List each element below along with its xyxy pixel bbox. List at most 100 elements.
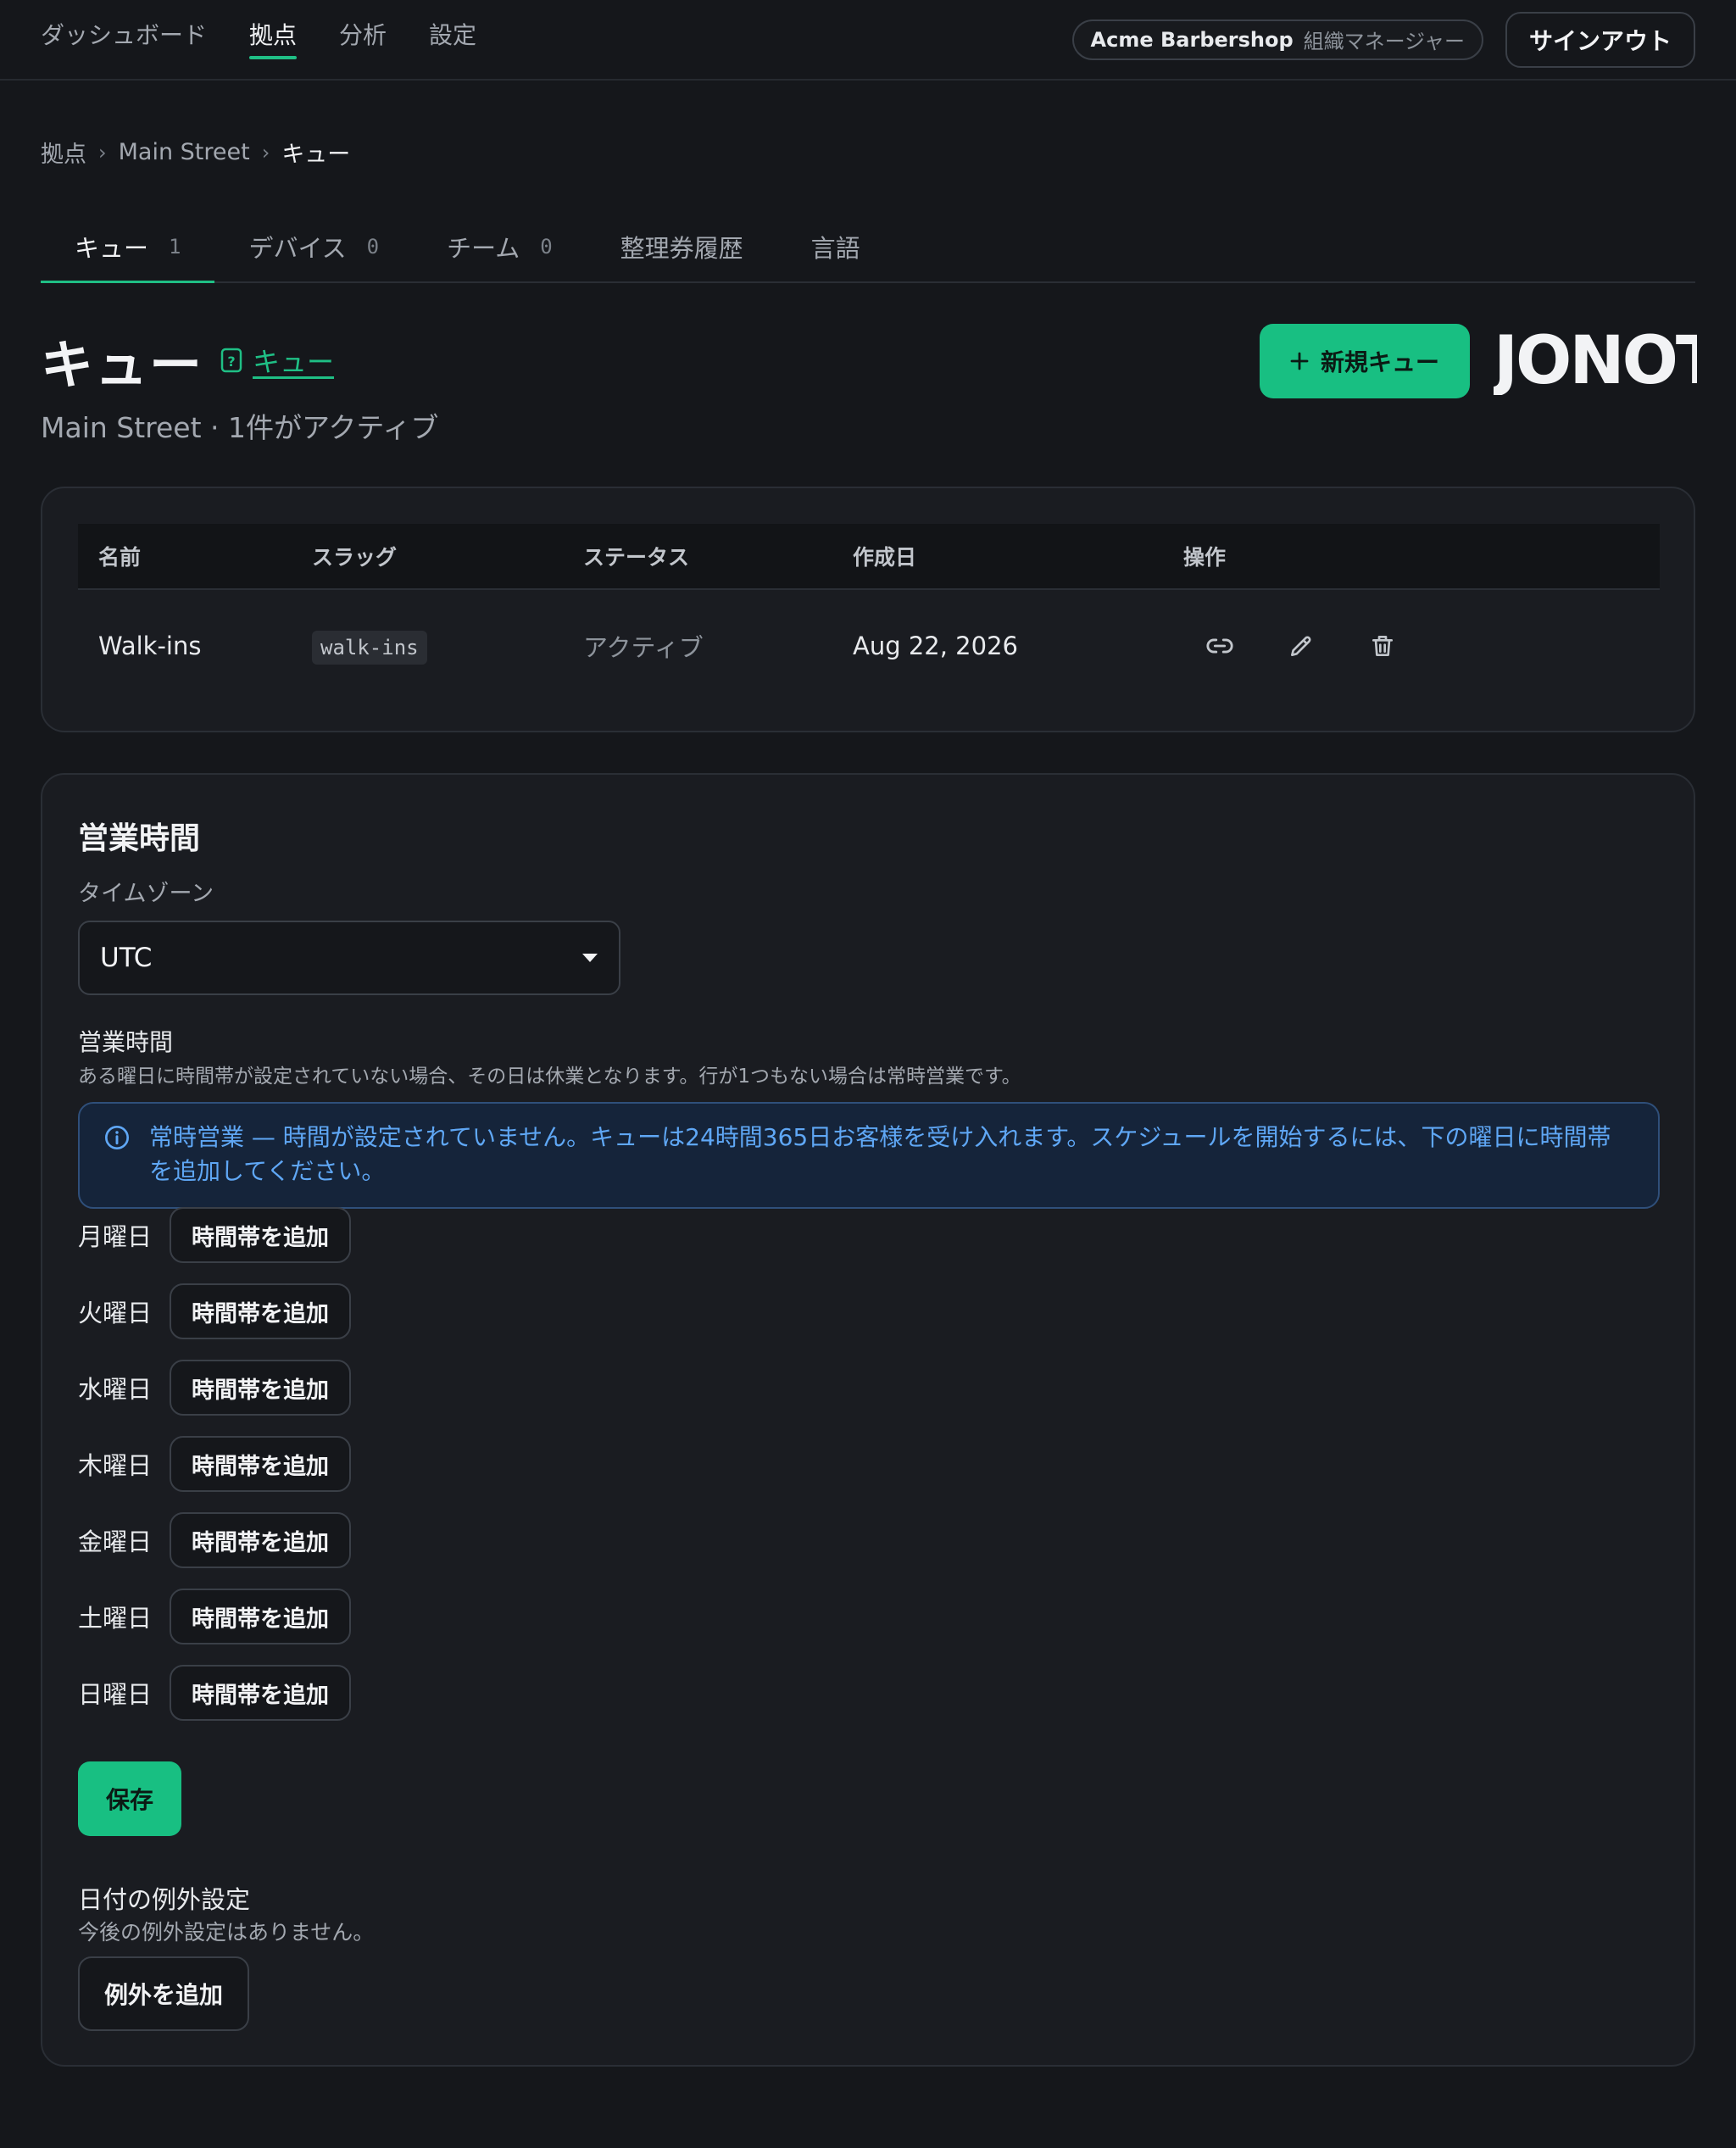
- org-badge: Acme Barbershop 組織マネージャー: [1071, 19, 1483, 60]
- tab-team[interactable]: チーム 0: [413, 212, 587, 281]
- column-header-actions: 操作: [1183, 545, 1227, 570]
- logo-text: JONOT: [1494, 329, 1697, 395]
- caret-down-icon: [582, 954, 598, 962]
- top-right: Acme Barbershop 組織マネージャー サインアウト: [1071, 11, 1695, 68]
- add-exception-button[interactable]: 例外を追加: [78, 1956, 249, 2031]
- add-slot-button[interactable]: 時間帯を追加: [170, 1207, 351, 1263]
- help-doc-icon: ?: [220, 348, 242, 373]
- column-header-status: ステータス: [583, 545, 690, 570]
- tab-ticket-history[interactable]: 整理券履歴: [587, 212, 777, 281]
- column-header-created: 作成日: [853, 545, 917, 570]
- signout-button[interactable]: サインアウト: [1505, 11, 1695, 68]
- info-icon: [105, 1126, 129, 1149]
- day-name: 月曜日: [78, 1222, 153, 1251]
- queue-slug: walk-ins: [312, 631, 427, 665]
- save-hours-button[interactable]: 保存: [78, 1761, 181, 1836]
- tab-language[interactable]: 言語: [777, 212, 894, 281]
- breadcrumb-separator-icon: ›: [98, 140, 107, 164]
- day-row-friday: 金曜日 時間帯を追加: [78, 1512, 351, 1568]
- top-bar: ダッシュボード 拠点 分析 設定 Acme Barbershop 組織マネージャ…: [0, 0, 1736, 81]
- tab-label: 整理券履歴: [620, 234, 743, 263]
- link-icon: [1206, 638, 1233, 654]
- location-tabs: キュー 1 デバイス 0 チーム 0 整理券履歴 言語: [41, 212, 1695, 283]
- add-slot-button[interactable]: 時間帯を追加: [170, 1360, 351, 1416]
- tab-count: 0: [366, 235, 380, 259]
- add-slot-button[interactable]: 時間帯を追加: [170, 1283, 351, 1339]
- timezone-value: UTC: [100, 943, 153, 973]
- nav-dashboard[interactable]: ダッシュボード: [41, 0, 207, 80]
- pencil-icon: [1291, 636, 1311, 656]
- tab-queues[interactable]: キュー 1: [41, 212, 215, 283]
- business-hours-card: 営業時間 タイムゾーン UTC 営業時間 ある曜日に時間帯が設定されていない場合…: [41, 773, 1695, 2067]
- day-row-wednesday: 水曜日 時間帯を追加: [78, 1360, 351, 1416]
- hours-help-text: ある曜日に時間帯が設定されていない場合、その日は休業となります。行が1つもない場…: [78, 1066, 1021, 1088]
- help-link[interactable]: ? キュー: [220, 341, 334, 380]
- edit-button[interactable]: [1282, 626, 1321, 665]
- page-subtitle: Main Street · 1件がアクティブ: [41, 411, 439, 444]
- row-actions: [1183, 626, 1660, 665]
- breadcrumb-separator-icon: ›: [261, 140, 270, 164]
- add-slot-button[interactable]: 時間帯を追加: [170, 1589, 351, 1644]
- day-row-tuesday: 火曜日 時間帯を追加: [78, 1283, 351, 1339]
- queue-status: アクティブ: [583, 633, 704, 662]
- trash-icon: [1372, 636, 1393, 656]
- tab-label: 言語: [810, 234, 860, 263]
- delete-button[interactable]: [1363, 626, 1402, 665]
- add-slot-button[interactable]: 時間帯を追加: [170, 1436, 351, 1492]
- table-header: 名前 スラッグ ステータス 作成日 操作: [78, 524, 1660, 590]
- day-name: 日曜日: [78, 1680, 153, 1709]
- help-link-text: キュー: [253, 346, 335, 378]
- tab-count: 0: [540, 235, 553, 259]
- tab-count: 1: [169, 235, 181, 259]
- queue-name: Walk-ins: [98, 632, 202, 660]
- plus-icon: [1290, 352, 1309, 370]
- nav-locations[interactable]: 拠点: [249, 0, 298, 80]
- breadcrumb: 拠点 › Main Street › キュー: [41, 136, 350, 169]
- timezone-label: タイムゾーン: [78, 881, 214, 907]
- column-header-name: 名前: [98, 545, 142, 570]
- slug-cell: walk-ins: [312, 631, 583, 665]
- org-name: Acme Barbershop: [1090, 27, 1294, 52]
- tab-label: キュー: [75, 234, 149, 263]
- breadcrumb-locations[interactable]: 拠点: [41, 136, 86, 169]
- nav-settings[interactable]: 設定: [429, 0, 476, 80]
- queue-table: 名前 スラッグ ステータス 作成日 操作 Walk-ins walk-ins ア…: [78, 524, 1660, 702]
- page-header: キュー ? キュー: [41, 322, 334, 398]
- page-title: キュー: [41, 334, 204, 396]
- column-header-slug: スラッグ: [312, 545, 398, 570]
- day-row-monday: 月曜日 時間帯を追加: [78, 1207, 351, 1263]
- day-row-thursday: 木曜日 時間帯を追加: [78, 1436, 351, 1492]
- tab-devices[interactable]: デバイス 0: [214, 212, 413, 281]
- day-name: 土曜日: [78, 1604, 153, 1633]
- day-name: 木曜日: [78, 1451, 153, 1480]
- top-nav: ダッシュボード 拠点 分析 設定: [41, 0, 476, 79]
- day-name: 金曜日: [78, 1528, 153, 1556]
- queue-table-card: 名前 スラッグ ステータス 作成日 操作 Walk-ins walk-ins ア…: [41, 487, 1695, 732]
- copy-link-button[interactable]: [1200, 626, 1239, 665]
- new-queue-button[interactable]: 新規キュー: [1260, 324, 1470, 398]
- queue-created-date: Aug 22, 2026: [853, 632, 1018, 660]
- add-slot-button[interactable]: 時間帯を追加: [170, 1512, 351, 1568]
- exceptions-title: 日付の例外設定: [78, 1885, 251, 1914]
- exceptions-help-text: 今後の例外設定はありません。: [78, 1920, 375, 1945]
- tab-label: チーム: [447, 234, 520, 263]
- day-row-saturday: 土曜日 時間帯を追加: [78, 1589, 351, 1644]
- tab-label: デバイス: [248, 234, 347, 263]
- table-row: Walk-ins walk-ins アクティブ Aug 22, 2026: [78, 590, 1660, 702]
- day-name: 火曜日: [78, 1299, 153, 1327]
- add-slot-button[interactable]: 時間帯を追加: [170, 1665, 351, 1721]
- day-name: 水曜日: [78, 1375, 153, 1404]
- hours-label: 営業時間: [78, 1028, 174, 1056]
- timezone-select[interactable]: UTC: [78, 921, 620, 995]
- breadcrumb-location[interactable]: Main Street: [119, 139, 250, 165]
- day-row-sunday: 日曜日 時間帯を追加: [78, 1665, 351, 1721]
- org-role: 組織マネージャー: [1303, 30, 1465, 53]
- alert-text: 常時営業 — 時間が設定されていません。キューは24時間365日お客様を受け入れ…: [149, 1123, 1611, 1185]
- breadcrumb-current: キュー: [281, 142, 351, 168]
- svg-text:?: ?: [227, 353, 235, 370]
- hours-section-title: 営業時間: [78, 821, 201, 856]
- new-queue-label: 新規キュー: [1320, 348, 1439, 376]
- nav-analytics[interactable]: 分析: [339, 0, 387, 80]
- brand-logo: JONOT: [1494, 329, 1697, 395]
- always-open-alert: 常時営業 — 時間が設定されていません。キューは24時間365日お客様を受け入れ…: [78, 1102, 1660, 1209]
